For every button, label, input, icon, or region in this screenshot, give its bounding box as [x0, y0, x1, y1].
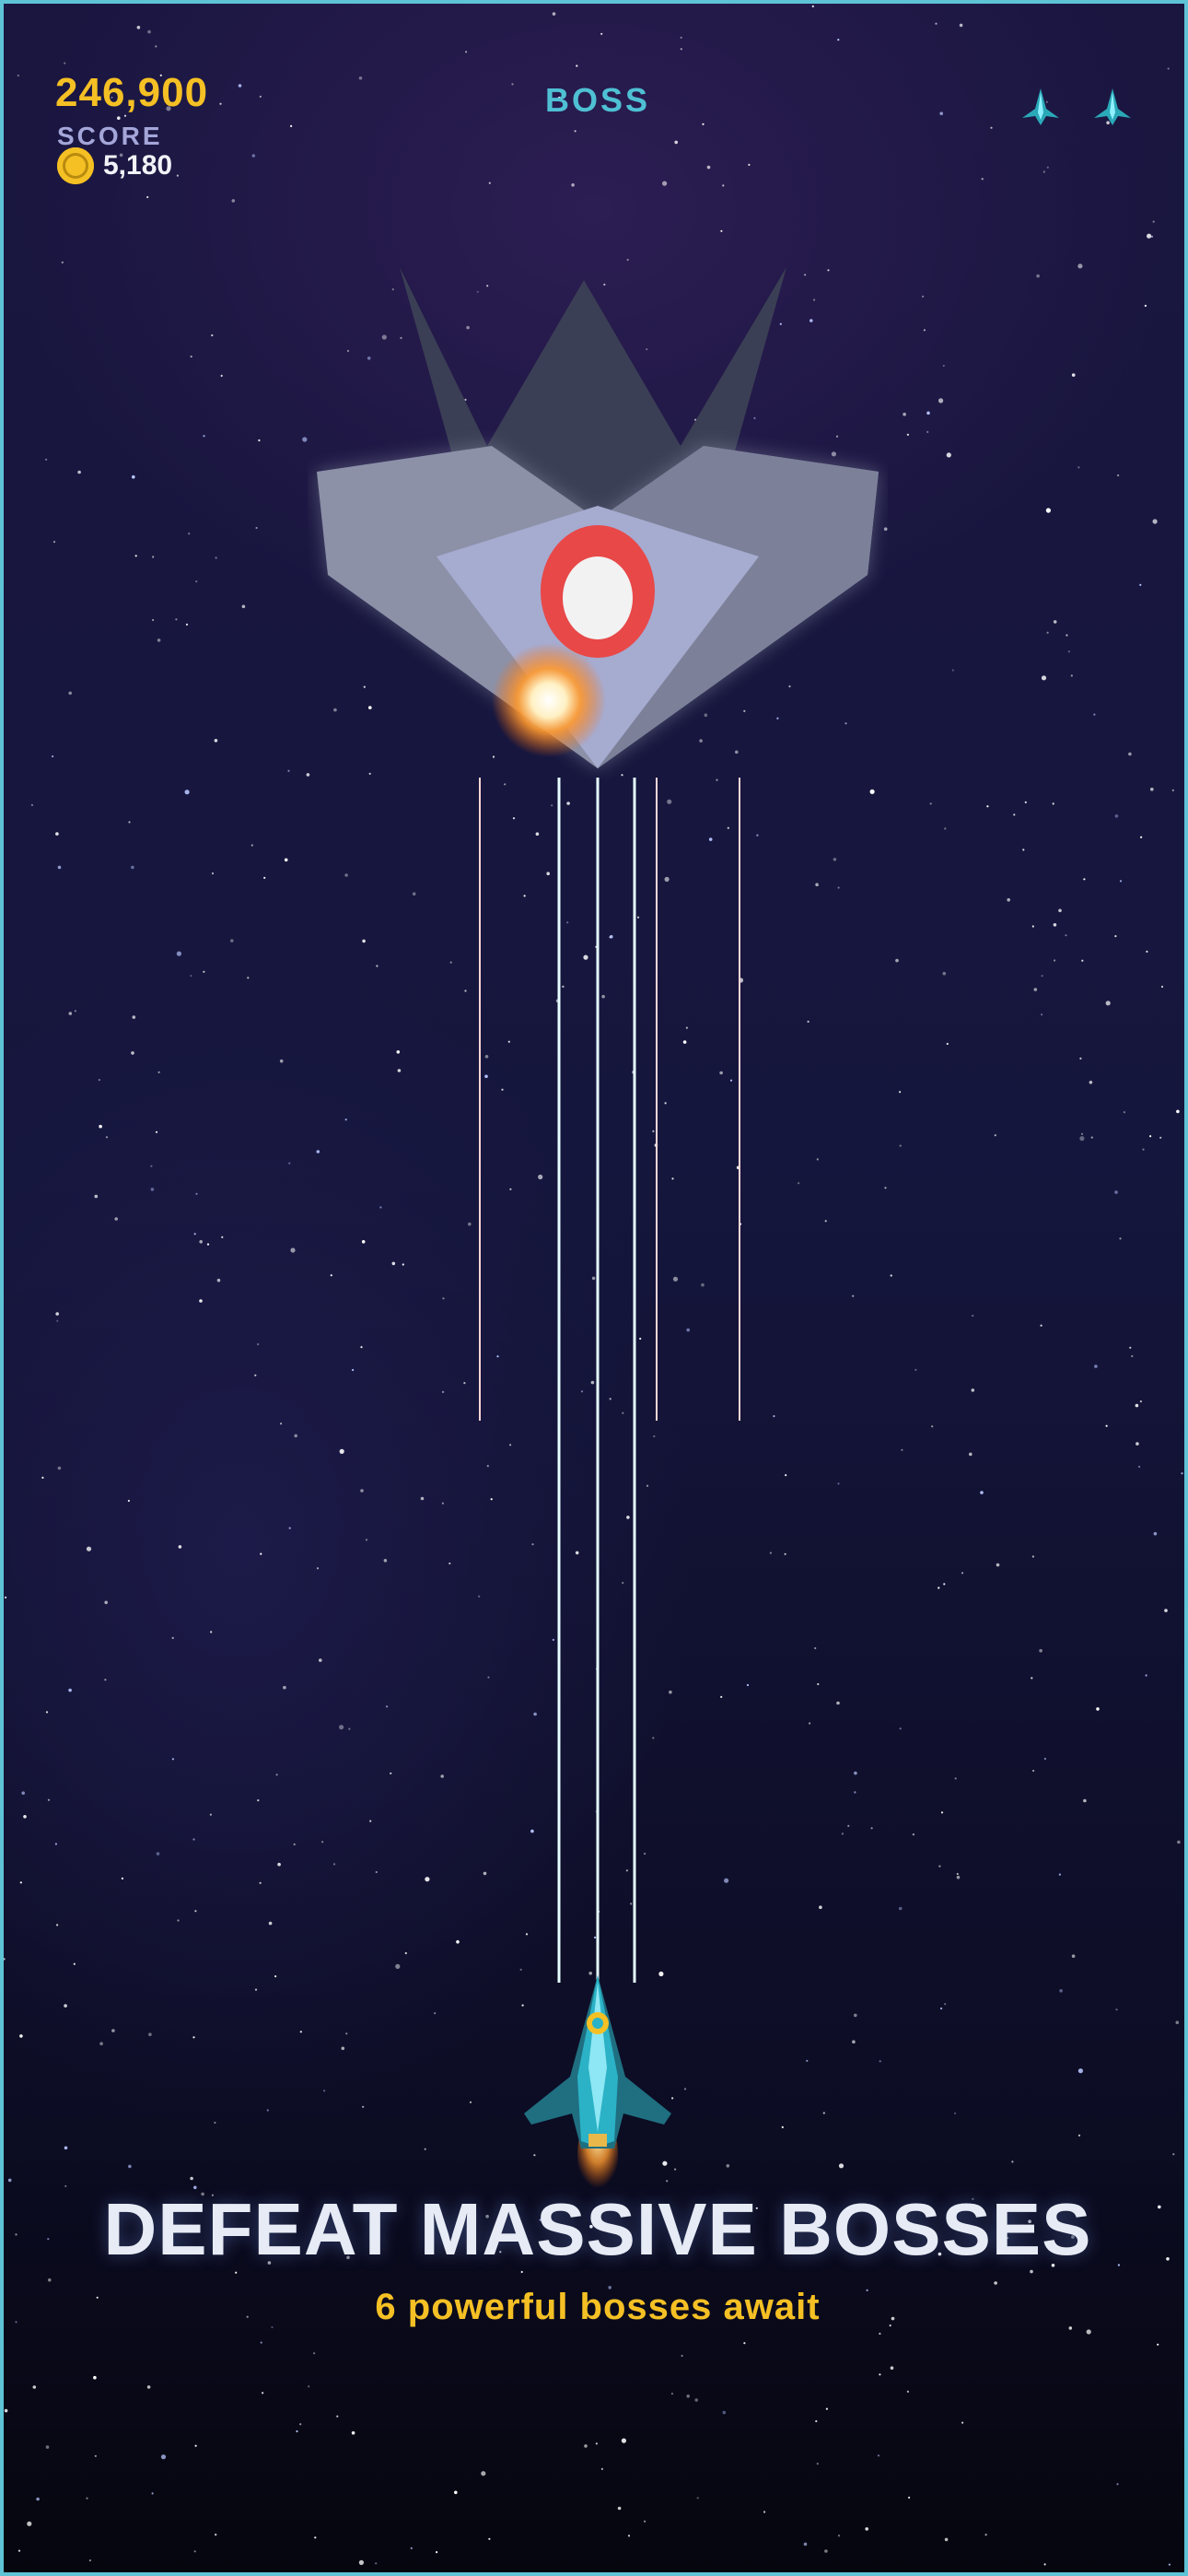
game-screen[interactable]: 246,900 SCORE 5,180 BOSS DEFEAT MASSIVE … [0, 0, 1188, 2576]
player-ship[interactable] [506, 1966, 690, 2196]
explosion-effect [492, 643, 606, 757]
promo-headline: DEFEAT MASSIVE BOSSES [103, 2188, 1092, 2270]
boss-ship [317, 267, 879, 768]
promo-subline: 6 powerful bosses await [375, 2287, 821, 2327]
